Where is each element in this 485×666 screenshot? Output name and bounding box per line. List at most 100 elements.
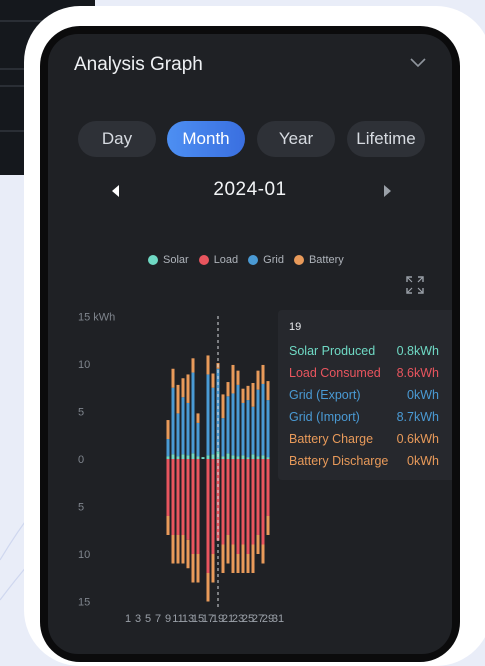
chart-bar-segment [221,459,225,545]
chart-bar-segment [221,544,225,573]
x-tick-label: 7 [155,613,161,625]
x-tick-label: 5 [145,613,151,625]
chart-bar-segment [251,383,255,407]
chart-bar-segment [231,393,235,456]
chart-bar-segment [226,535,230,564]
chart-bar-segment [261,544,265,564]
y-tick-label: 5 [78,502,84,514]
chart-bar-segment [256,370,260,390]
chart-bar-segment [191,459,195,554]
chart-bar-segment [246,457,250,459]
tooltip-row: Grid (Import) 8.7kWh [289,410,439,424]
chart-bar-segment [176,535,180,564]
chart-bar-segment [236,554,240,573]
chart-bar-segment [171,459,175,535]
chart-bar-segment [226,382,230,397]
chart-bar-segment [231,459,235,545]
chart-bar-segment [171,387,175,455]
chart-bar-segment [266,400,270,458]
chart-bar-segment [241,388,245,403]
tooltip-value: 0kWh [407,388,439,402]
x-tick-label: 9 [165,613,171,625]
chart-bar-segment [191,372,195,454]
chart-bar-segment [211,373,215,388]
chart-bar-segment [266,381,270,401]
chart-bar-segment [211,387,215,455]
chart-bar-segment [186,402,190,456]
chart-bar-segment [211,459,215,554]
chart-bar-segment [256,389,260,457]
chart-bar-segment [206,455,210,459]
y-tick-label: 15 kWh [78,312,115,324]
chart-bar-segment [221,456,225,459]
tooltip-day: 19 [289,321,302,333]
chart-bar-segment [196,422,200,457]
chart-bar-segment [191,453,195,459]
analysis-graph-card: Analysis Graph Day Month Year Lifetime 2… [48,34,452,654]
chart-bar-segment [256,535,260,554]
chart-bar-segment [181,535,185,564]
chart-bar-segment [261,364,265,384]
chart-bar-segment [176,413,180,457]
chart-bar-segment [206,573,210,602]
chart-bar-segment [231,455,235,459]
chart-bar-segment [181,454,185,459]
y-tick-label: 5 [78,407,84,419]
chart-bar-segment [251,459,255,545]
chart-bar-segment [166,456,170,459]
x-tick-label: 3 [135,613,141,625]
chart-bar-segment [251,454,255,459]
chart-bar-segment [261,455,265,459]
chart-bar-segment [196,554,200,583]
tooltip-value: 8.6kWh [396,366,439,380]
chart-bar-segment [231,364,235,394]
chart-bar-segment [176,459,180,535]
chart-bar-segment [246,385,250,401]
tooltip-row: Solar Produced 0.8kWh [289,344,439,358]
chart-bar-segment [176,456,180,459]
chart-bar-segment [196,456,200,459]
chart-bar-segment [246,459,250,554]
chart-bar-segment [266,459,270,516]
chart-bar-segment [196,459,200,554]
chart-bar-segment [266,516,270,535]
chart-bar-segment [226,453,230,459]
chart-bar-segment [171,454,175,459]
chart-bar-segment [256,456,260,459]
chart-bar-segment [181,378,185,398]
chart-bar-segment [256,459,260,535]
y-tick-label: 10 [78,549,90,561]
x-tick-label: 31 [272,613,284,625]
chart-bar-segment [171,535,175,564]
chart-bar-segment [261,383,265,456]
chart-bar-segment [246,554,250,573]
chart-bar-segment [201,457,205,459]
chart-bar-segment [211,454,215,459]
chart-bar-segment [166,420,170,440]
chart-bar-segment [251,406,255,455]
chart-bar-segment [241,402,245,456]
chart-bar-segment [251,544,255,573]
tooltip-label: Grid (Import) [289,410,360,424]
tooltip-label: Battery Charge [289,432,374,446]
tooltip-row: Battery Discharge 0kWh [289,454,439,468]
chart-bar-segment [196,413,200,423]
chart-bar-segment [171,368,175,388]
chart-bar-segment [226,459,230,535]
tooltip-row: Load Consumed 8.6kWh [289,366,439,380]
tooltip-label: Battery Discharge [289,454,389,468]
chart-bar-segment [181,459,185,535]
tooltip-label: Load Consumed [289,366,381,380]
chart-bar-segment [226,396,230,454]
tooltip-row: Grid (Export) 0kWh [289,388,439,402]
chart-bar-segment [186,459,190,540]
tooltip-label: Grid (Export) [289,388,361,402]
chart-tooltip: 19 Solar Produced 0.8kWh Load Consumed 8… [278,310,452,480]
y-tick-label: 10 [78,359,90,371]
chart-bar-segment [211,554,215,583]
tooltip-value: 8.7kWh [396,410,439,424]
y-tick-label: 15 [78,597,90,609]
chart-bar-segment [166,516,170,535]
chart-bar-segment [176,384,180,414]
chart-bar-segment [241,455,245,459]
